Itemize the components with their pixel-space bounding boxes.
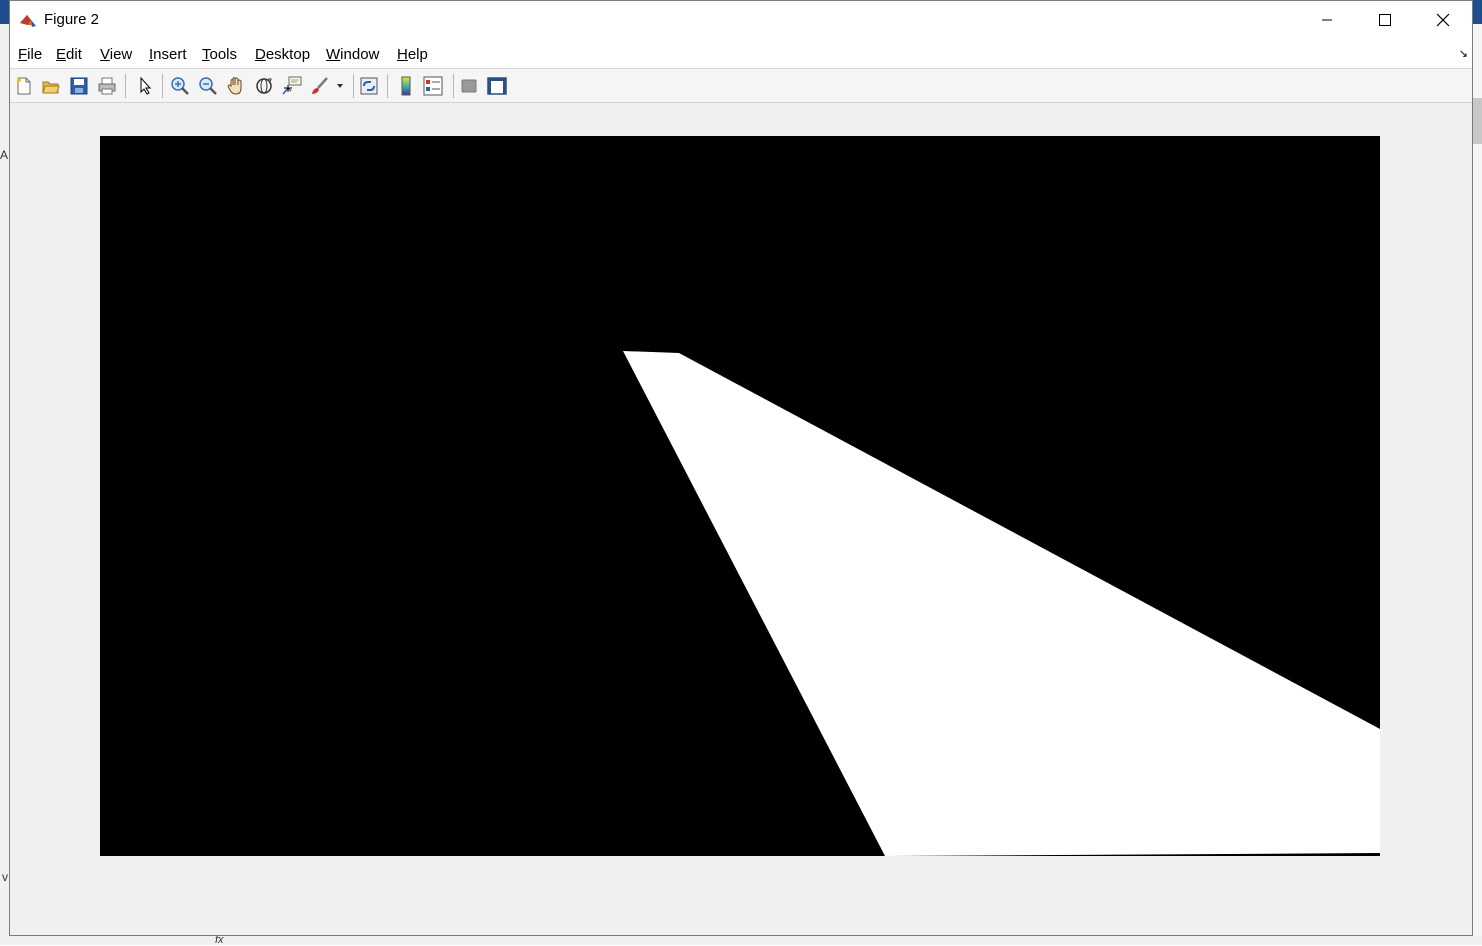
open-file-icon: [42, 81, 60, 94]
menu-help[interactable]: Help: [395, 46, 430, 63]
zoom-in-icon: [171, 77, 189, 95]
menu-bar: File Edit View Insert Tools Desktop Wind…: [10, 39, 1472, 69]
save-icon: [70, 77, 88, 95]
brush-button[interactable]: [308, 74, 332, 98]
matlab-icon: [20, 15, 36, 27]
link-plot-icon: [360, 77, 378, 95]
menu-window[interactable]: Window: [324, 46, 381, 63]
toolbar-separator: [125, 74, 126, 98]
zoom-out-icon: [199, 77, 217, 95]
zoom-in-button[interactable]: [168, 74, 192, 98]
print-icon: [98, 77, 116, 95]
new-figure-button[interactable]: [12, 74, 36, 98]
brush-icon: [312, 77, 328, 94]
edit-plot-button[interactable]: [133, 74, 157, 98]
rotate-3d-button[interactable]: [252, 74, 276, 98]
hide-plot-tools-button[interactable]: [457, 74, 481, 98]
menu-file[interactable]: File: [16, 46, 44, 63]
menu-desktop[interactable]: Desktop: [253, 46, 312, 63]
title-bar[interactable]: Figure 2: [10, 1, 1472, 39]
menu-tools[interactable]: Tools: [200, 46, 239, 63]
chevron-down-icon: [337, 84, 343, 88]
edit-plot-arrow-icon: [140, 77, 152, 95]
data-cursor-icon: [282, 76, 302, 95]
open-file-button[interactable]: [39, 74, 63, 98]
menu-insert[interactable]: Insert: [147, 46, 189, 63]
background-text-fragment: v: [2, 870, 8, 884]
close-button[interactable]: [1414, 1, 1472, 39]
show-plot-tools-icon: [487, 77, 507, 95]
hide-plot-tools-icon: [461, 79, 477, 93]
pan-button[interactable]: [224, 74, 248, 98]
zoom-out-button[interactable]: [196, 74, 220, 98]
background-window-edge-right: [1472, 24, 1482, 945]
figure-canvas: [10, 103, 1472, 935]
minimize-button[interactable]: [1298, 1, 1356, 39]
close-icon: [1436, 13, 1450, 27]
maximize-button[interactable]: [1356, 1, 1414, 39]
print-button[interactable]: [95, 74, 119, 98]
legend-icon: [423, 76, 443, 96]
link-plot-button[interactable]: [357, 74, 381, 98]
figure-toolbar: [10, 69, 1472, 103]
background-scroll-thumb: [1472, 98, 1482, 144]
pan-hand-icon: [227, 77, 242, 95]
rotate-3d-icon: [256, 78, 272, 94]
binary-image-axes[interactable]: [100, 136, 1380, 856]
colorbar-icon: [401, 76, 411, 96]
menu-view[interactable]: View: [98, 46, 134, 63]
toolbar-separator: [162, 74, 163, 98]
maximize-icon: [1379, 14, 1391, 26]
figure-window: Figure 2 File Edit View Insert Tools Des…: [9, 0, 1473, 936]
save-button[interactable]: [67, 74, 91, 98]
minimize-icon: [1322, 19, 1332, 21]
new-figure-icon: [17, 77, 31, 95]
dock-arrow-icon[interactable]: ↘: [1459, 47, 1468, 60]
toolbar-separator: [353, 74, 354, 98]
show-plot-tools-button[interactable]: [485, 74, 509, 98]
background-text-fragment: A: [0, 148, 9, 162]
brush-dropdown-button[interactable]: [333, 74, 347, 98]
menu-edit[interactable]: Edit: [54, 46, 84, 63]
data-cursor-button[interactable]: [280, 74, 304, 98]
toolbar-separator: [453, 74, 454, 98]
toolbar-separator: [387, 74, 388, 98]
insert-colorbar-button[interactable]: [394, 74, 418, 98]
insert-legend-button[interactable]: [421, 74, 445, 98]
window-title: Figure 2: [44, 11, 100, 28]
